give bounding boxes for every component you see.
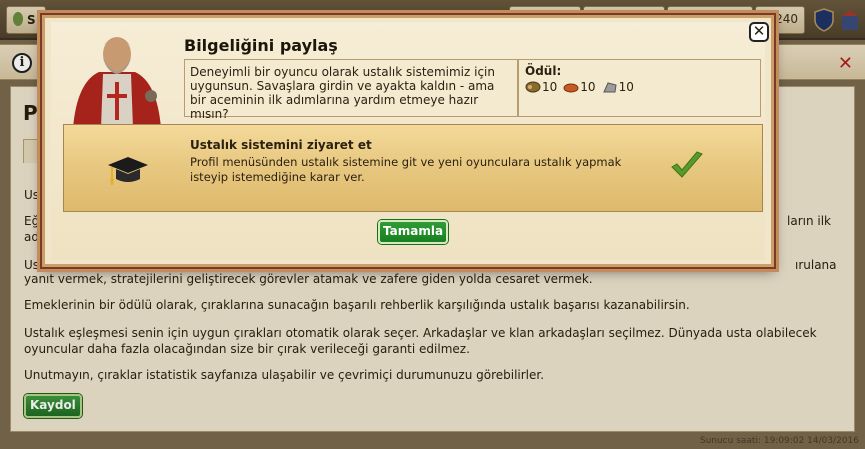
iron-icon — [602, 82, 617, 93]
reward-list: 10 10 10 — [525, 80, 754, 94]
complete-button[interactable]: Tamamla — [378, 220, 449, 244]
reward-item: 10 — [563, 80, 596, 94]
graduation-cap-icon — [108, 157, 148, 185]
reward-label: Ödül: — [525, 64, 562, 78]
task-title: Ustalık sistemini ziyaret et — [190, 138, 372, 152]
quest-description: Deneyimli bir oyuncu olarak ustalık sist… — [184, 59, 518, 121]
reward-box: Ödül: 10 10 10 — [518, 59, 761, 117]
wood-icon — [525, 81, 541, 93]
reward-value: 10 — [580, 80, 596, 94]
close-icon[interactable]: ✕ — [749, 22, 769, 42]
checkmark-icon — [671, 151, 703, 178]
quest-task-row[interactable]: Ustalık sistemini ziyaret et Profil menü… — [63, 124, 763, 212]
quest-modal: Bilgeliğini paylaş Deneyimli bir oyuncu … — [40, 13, 776, 269]
task-description: Profil menüsünden ustalık sistemine git … — [190, 155, 622, 184]
advisor-portrait — [73, 37, 161, 128]
modal-title: Bilgeliğini paylaş — [184, 36, 338, 55]
reward-item: 10 — [602, 80, 634, 94]
reward-value: 10 — [618, 80, 634, 94]
reward-item: 10 — [525, 80, 557, 94]
modal-body: Bilgeliğini paylaş Deneyimli bir oyuncu … — [51, 22, 765, 260]
clay-icon — [563, 83, 579, 93]
reward-value: 10 — [542, 80, 558, 94]
